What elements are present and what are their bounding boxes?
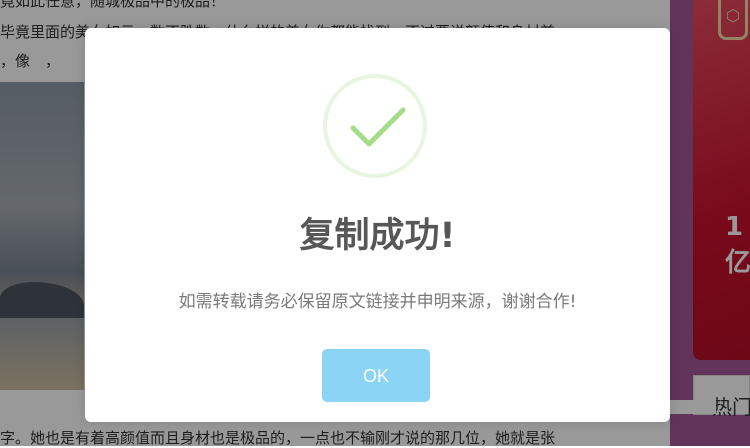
success-checkmark-icon: [323, 74, 427, 178]
dialog-message: 如需转载请务必保留原文链接并申明来源，谢谢合作!: [178, 292, 577, 312]
success-dialog: 复制成功! 如需转载请务必保留原文链接并申明来源，谢谢合作! OK: [85, 28, 670, 422]
ok-button[interactable]: OK: [322, 349, 430, 402]
dialog-title: 复制成功!: [299, 216, 456, 256]
